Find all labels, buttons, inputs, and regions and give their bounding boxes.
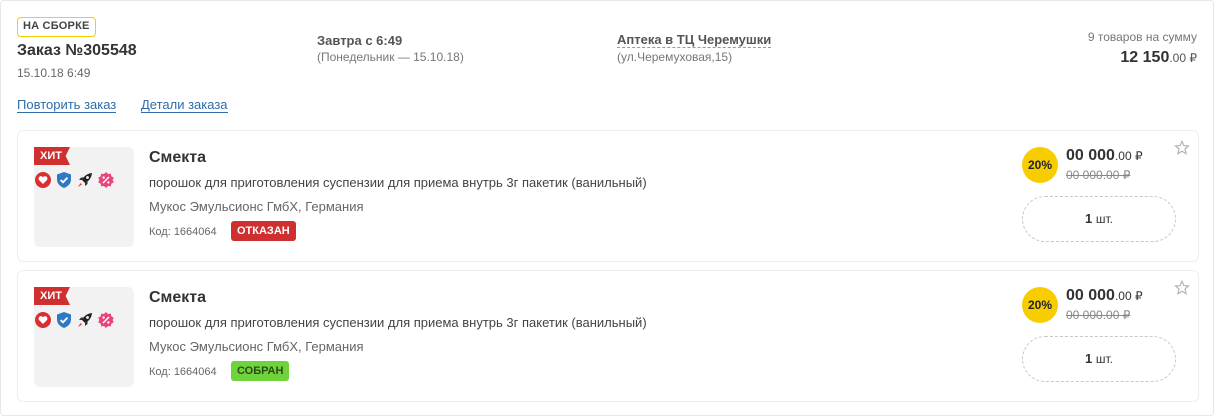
product-title[interactable]: Смекта	[149, 149, 206, 167]
order-number: Заказ №305548	[17, 42, 137, 59]
order-date: 15.10.18 6:49	[17, 66, 91, 80]
quantity-value: 1	[1085, 351, 1093, 366]
product-status-badge: ОТКАЗАН	[231, 221, 296, 241]
pharmacy-name-link[interactable]: Аптека в ТЦ Черемушки	[617, 33, 772, 48]
heart-icon	[34, 171, 52, 189]
product-price-main: 00 000	[1066, 147, 1115, 164]
status-badge: НА СБОРКЕ	[17, 17, 96, 37]
order-card: НА СБОРКЕ Заказ №305548 15.10.18 6:49 За…	[0, 0, 1214, 416]
delivery-day: (Понедельник — 15.10.18)	[317, 50, 464, 64]
product-price-main: 00 000	[1066, 287, 1115, 304]
quantity-value: 1	[1085, 211, 1093, 226]
product-code: Код: 1664064	[149, 366, 217, 378]
order-total-cents: .00 ₽	[1169, 51, 1197, 65]
discount-badge: 20%	[1022, 287, 1058, 323]
product-manufacturer: Мукос Эмульсионс ГмбХ, Германия	[149, 339, 364, 354]
product-row: ХИТ Смекта порошок для приготовления сус…	[17, 270, 1199, 402]
shield-check-icon	[55, 171, 73, 189]
product-description: порошок для приготовления суспензии для …	[149, 175, 647, 190]
quantity-unit: шт.	[1095, 212, 1113, 226]
order-total-main: 12 150	[1120, 49, 1170, 66]
product-row: ХИТ Смекта порошок для приготовления сус…	[17, 130, 1199, 262]
product-manufacturer: Мукос Эмульсионс ГмбХ, Германия	[149, 199, 364, 214]
quantity-display: 1 шт.	[1022, 196, 1176, 242]
product-status-badge: СОБРАН	[231, 361, 290, 381]
hit-badge: ХИТ	[34, 287, 70, 305]
percent-badge-icon	[97, 171, 115, 189]
order-details-link[interactable]: Детали заказа	[141, 97, 228, 113]
discount-badge: 20%	[1022, 147, 1058, 183]
order-items-count: 9 товаров на сумму	[1087, 30, 1197, 44]
product-old-price: 00 000.00 ₽	[1066, 168, 1131, 182]
favorite-star-icon[interactable]	[1174, 139, 1190, 156]
product-price: 00 000.00 ₽	[1066, 287, 1143, 305]
product-description: порошок для приготовления суспензии для …	[149, 315, 647, 330]
product-title[interactable]: Смекта	[149, 289, 206, 307]
repeat-order-link[interactable]: Повторить заказ	[17, 97, 117, 113]
product-code: Код: 1664064	[149, 226, 217, 238]
quantity-display: 1 шт.	[1022, 336, 1176, 382]
rocket-icon	[76, 311, 94, 329]
product-old-price: 00 000.00 ₽	[1066, 308, 1131, 322]
product-price-cents: .00 ₽	[1114, 289, 1143, 303]
hit-badge: ХИТ	[34, 147, 70, 165]
percent-badge-icon	[97, 311, 115, 329]
order-total: 12 150.00 ₽	[1120, 49, 1197, 67]
quantity-unit: шт.	[1095, 352, 1113, 366]
product-price: 00 000.00 ₽	[1066, 147, 1143, 165]
product-price-cents: .00 ₽	[1114, 149, 1143, 163]
heart-icon	[34, 311, 52, 329]
pharmacy-address: (ул.Черемуховая,15)	[617, 50, 733, 64]
rocket-icon	[76, 171, 94, 189]
delivery-time: Завтра с 6:49	[317, 33, 403, 48]
shield-check-icon	[55, 311, 73, 329]
favorite-star-icon[interactable]	[1174, 279, 1190, 296]
